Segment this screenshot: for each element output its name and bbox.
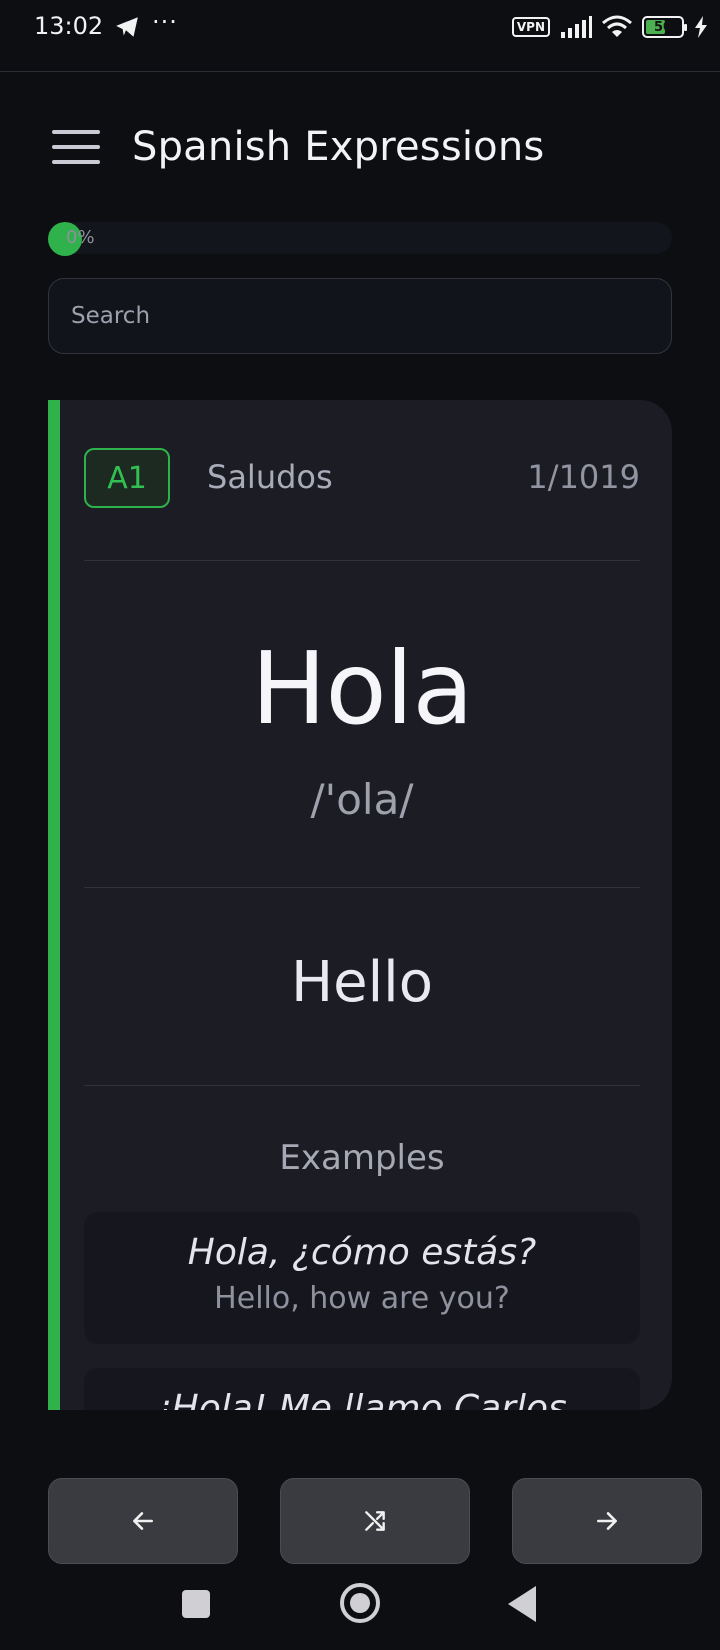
telegram-icon [116, 17, 138, 37]
vpn-icon: VPN [511, 17, 550, 37]
wifi-icon [602, 15, 632, 37]
progress-bar: 0% [48, 222, 672, 256]
search-box [48, 278, 672, 354]
divider [84, 887, 640, 888]
example-item: ¡Hola! Me llamo Carlos [84, 1368, 640, 1410]
translation: Hello [291, 950, 433, 1015]
page-title: Spanish Expressions [132, 124, 545, 170]
system-navigation-bar [0, 1566, 720, 1650]
progress-label: 0% [66, 227, 95, 248]
arrow-right-icon [597, 1512, 617, 1530]
status-time: 13:02 [34, 12, 104, 40]
signal-icon [561, 16, 592, 38]
arrow-left-icon [133, 1512, 153, 1530]
battery-icon: 50 [642, 16, 687, 38]
charging-icon [695, 16, 707, 38]
divider [84, 1085, 640, 1086]
back-icon[interactable] [508, 1586, 536, 1622]
category-label: Saludos [207, 458, 333, 496]
example-english: Hello, how are you? [214, 1281, 510, 1316]
battery-level: 50 [653, 19, 673, 35]
home-icon[interactable] [340, 1583, 380, 1623]
search-input[interactable] [49, 279, 671, 353]
next-button[interactable] [512, 1478, 702, 1564]
recents-icon[interactable] [182, 1590, 210, 1618]
level-badge: A1 [84, 448, 170, 508]
example-spanish: Hola, ¿cómo estás? [187, 1232, 537, 1273]
hamburger-icon[interactable] [52, 130, 100, 166]
examples-heading: Examples [279, 1138, 445, 1178]
example-item: Hola, ¿cómo estás? Hello, how are you? [84, 1212, 640, 1344]
shuffle-button[interactable] [280, 1478, 470, 1564]
status-bar: 13:02 ··· VPN 50 [0, 0, 720, 72]
card-counter: 1/1019 [527, 458, 640, 496]
card-accent-bar [48, 400, 60, 1410]
previous-button[interactable] [48, 1478, 238, 1564]
phonetic-transcription: /'ola/ [310, 775, 414, 824]
divider [84, 560, 640, 561]
expression-word: Hola [251, 630, 473, 747]
shuffle-icon [365, 1511, 385, 1531]
card-navigation [48, 1478, 720, 1564]
app-bar: Spanish Expressions [0, 100, 720, 200]
more-icon: ··· [152, 8, 178, 36]
example-spanish: ¡Hola! Me llamo Carlos [157, 1388, 567, 1410]
expression-card: A1 Saludos 1/1019 Hola /'ola/ Hello Exam… [48, 400, 672, 1410]
